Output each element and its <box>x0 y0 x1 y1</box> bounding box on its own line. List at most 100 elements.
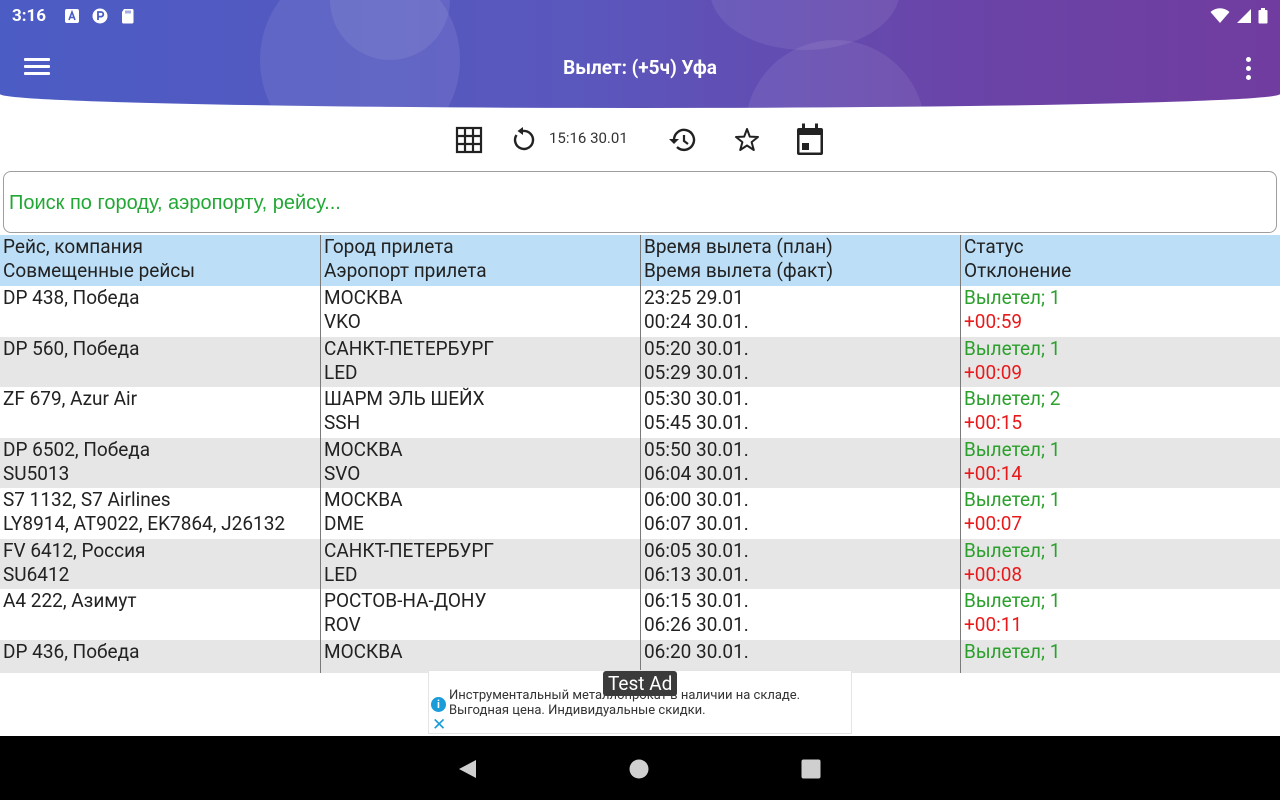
favorites-button[interactable] <box>731 122 763 158</box>
status-text: Вылетел; 1 <box>964 589 1061 612</box>
actual-text: 06:26 30.01. <box>644 613 749 636</box>
app-screen: 3:16 Вылет: (+5ч) Уфа 15:16 30.01 Поиск … <box>0 0 1280 800</box>
airport-text: SSH <box>324 411 361 434</box>
departure-time-cell: 06:15 30.01. 06:26 30.01. <box>640 589 960 640</box>
codeshare-text: LY8914, AT9022, EK7864, J26132 <box>3 512 286 535</box>
status-text: Вылетел; 2 <box>964 387 1061 410</box>
refresh-button[interactable] <box>507 122 539 158</box>
table-row[interactable]: DP 438, Победа МОСКВА VKO 23:25 29.01 00:24 … <box>0 286 1280 337</box>
flight-text: DP 436, Победа <box>3 639 140 663</box>
search-box <box>3 171 1277 233</box>
test-ad-label: Test Ad <box>603 671 678 696</box>
calendar-button[interactable] <box>794 122 826 158</box>
airport-text: VKO <box>324 310 361 333</box>
flight-text: DP 438, Победа <box>3 286 140 309</box>
city-text: ШАРМ ЭЛЬ ШЕЙХ <box>324 387 485 410</box>
table-row[interactable]: DP 560, Победа САНКТ-ПЕТЕРБУРГ LED 05:20 30… <box>0 336 1280 388</box>
flight-text: DP 6502, Победа <box>3 437 151 461</box>
codeshare-text: SU5013 <box>3 461 70 485</box>
header-departure-time: Время вылета (план) Время вылета (факт) <box>640 235 960 286</box>
planned-text: 05:30 30.01. <box>644 387 749 410</box>
destination-cell: МОСКВА DME <box>320 488 640 539</box>
notification-a-icon <box>65 9 79 23</box>
city-text: МОСКВА <box>324 488 403 511</box>
planned-text: 06:20 30.01. <box>644 639 749 663</box>
flight-text: ZF 679, Azur Air <box>3 387 138 410</box>
table-row[interactable]: A4 222, Азимут РОСТОВ-НА-ДОНУ ROV 06:15 30.… <box>0 589 1280 640</box>
header-status: Статус Отклонение <box>960 235 1280 286</box>
status-cell: Вылетел; 1 +00:11 <box>960 589 1280 640</box>
flight-cell: DP 560, Победа <box>0 337 320 388</box>
city-text: МОСКВА <box>324 639 403 663</box>
grid-icon <box>455 126 483 154</box>
status-text: Вылетел; 1 <box>964 488 1061 511</box>
flight-cell: A4 222, Азимут <box>0 589 320 640</box>
planned-text: 06:00 30.01. <box>644 488 749 511</box>
table-row[interactable]: DP 436, Победа МОСКВА 06:20 30.01. Вылетел;… <box>0 639 1280 673</box>
status-text: Вылетел; 1 <box>964 538 1061 562</box>
planned-text: 05:50 30.01. <box>644 437 749 461</box>
signal-icon <box>1237 9 1251 23</box>
calendar-icon <box>797 123 823 155</box>
status-cell: Вылетел; 1 +00:07 <box>960 488 1280 539</box>
ad-close-icon[interactable]: ✕ <box>432 715 446 735</box>
destination-cell: РОСТОВ-НА-ДОНУ ROV <box>320 589 640 640</box>
delay-text: +00:09 <box>964 360 1023 384</box>
system-nav-bar <box>0 736 1280 800</box>
battery-icon <box>1258 8 1268 24</box>
city-text: САНКТ-ПЕТЕРБУРГ <box>324 336 494 360</box>
back-icon[interactable] <box>456 758 478 780</box>
history-button[interactable] <box>666 122 698 158</box>
flight-cell: DP 6502, Победа SU5013 <box>0 438 320 489</box>
destination-cell: МОСКВА <box>320 639 640 673</box>
actual-text: 06:07 30.01. <box>644 512 749 535</box>
status-cell: Вылетел; 1 +00:09 <box>960 336 1280 387</box>
departure-time-cell: 05:30 30.01. 05:45 30.01. <box>640 387 960 438</box>
departure-time-cell: 06:05 30.01. 06:13 30.01. <box>640 538 960 589</box>
overflow-menu-icon[interactable] <box>1238 57 1258 83</box>
airport-text: LED <box>324 360 358 384</box>
airport-text: LED <box>324 562 358 586</box>
status-cell: Вылетел; 1 +00:08 <box>960 538 1280 589</box>
header-flight: Рейс, компания Совмещенные рейсы <box>3 235 196 282</box>
status-text: Вылетел; 1 <box>964 336 1061 360</box>
grid-view-button[interactable] <box>453 122 485 158</box>
app-header: 3:16 Вылет: (+5ч) Уфа <box>0 0 1280 108</box>
actual-text: 06:04 30.01. <box>644 461 749 485</box>
planned-text: 05:20 30.01. <box>644 336 749 360</box>
search-input[interactable] <box>9 186 1259 220</box>
history-icon <box>669 128 696 152</box>
ad-info-icon[interactable]: i <box>431 697 446 712</box>
flight-cell: S7 1132, S7 Airlines LY8914, AT9022, EK78… <box>0 488 320 539</box>
departure-time-cell: 05:20 30.01. 05:29 30.01. <box>640 336 960 387</box>
flight-text: DP 560, Победа <box>3 336 140 360</box>
airport-text: ROV <box>324 613 361 636</box>
delay-text: +00:59 <box>964 310 1023 333</box>
destination-cell: САНКТ-ПЕТЕРБУРГ LED <box>320 336 640 387</box>
table-row[interactable]: ZF 679, Azur Air ШАРМ ЭЛЬ ШЕЙХ SSH 05:30 30… <box>0 387 1280 438</box>
table-row[interactable]: DP 6502, Победа SU5013 МОСКВА SVO 05:50 30.0… <box>0 437 1280 489</box>
flight-text: S7 1132, S7 Airlines <box>3 488 171 511</box>
departure-time-cell: 06:00 30.01. 06:07 30.01. <box>640 488 960 539</box>
flight-text: FV 6412, Россия <box>3 538 146 562</box>
status-cell: Вылетел; 1 +00:59 <box>960 286 1280 337</box>
planned-text: 23:25 29.01 <box>644 286 744 309</box>
delay-text: +00:07 <box>964 512 1023 535</box>
delay-text: +00:14 <box>964 461 1023 485</box>
status-bar: 3:16 <box>0 0 1280 32</box>
departure-time-cell: 06:20 30.01. <box>640 639 960 673</box>
status-cell: Вылетел; 1 +00:14 <box>960 437 1280 488</box>
planned-text: 06:15 30.01. <box>644 589 749 612</box>
destination-cell: ШАРМ ЭЛЬ ШЕЙХ SSH <box>320 387 640 438</box>
flight-cell: FV 6412, Россия SU6412 <box>0 539 320 590</box>
destination-cell: САНКТ-ПЕТЕРБУРГ LED <box>320 538 640 589</box>
actual-text: 06:13 30.01. <box>644 562 749 586</box>
recents-icon[interactable] <box>800 758 822 780</box>
delay-text: +00:15 <box>964 411 1023 434</box>
table-row[interactable]: FV 6412, Россия SU6412 САНКТ-ПЕТЕРБУРГ LED 0… <box>0 538 1280 590</box>
last-updated-time: 15:16 30.01 <box>549 129 628 147</box>
notification-p-icon <box>92 8 108 24</box>
table-row[interactable]: S7 1132, S7 Airlines LY8914, AT9022, EK78… <box>0 488 1280 539</box>
home-icon[interactable] <box>628 758 650 780</box>
sd-card-icon <box>122 9 134 24</box>
